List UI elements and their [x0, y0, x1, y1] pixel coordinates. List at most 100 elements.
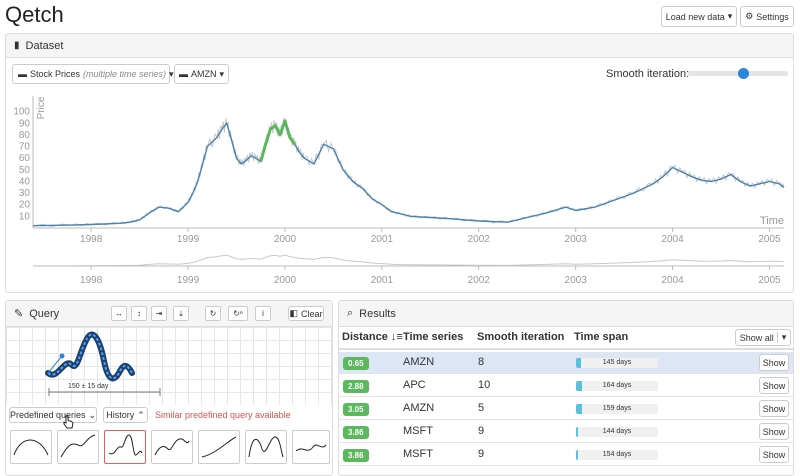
series-cell: AMZN [403, 402, 435, 414]
table-row[interactable]: 2.88 APC 10 164 days Show [339, 375, 793, 397]
y-tick-label: 20 [19, 200, 31, 211]
x-tick-label: 2004 [661, 234, 684, 245]
results-panel-title: Results [359, 307, 396, 320]
show-button[interactable]: Show [759, 377, 789, 394]
overview-series-line [32, 254, 785, 267]
table-row[interactable]: 3.86 MSFT 9 154 days Show [339, 444, 793, 466]
x-tick-label: 2002 [468, 234, 491, 245]
time-span-bar: 159 days [576, 404, 658, 414]
eraser-icon: ◧ [289, 308, 298, 318]
match-highlight-line [259, 119, 296, 163]
raw-series-line [32, 117, 785, 228]
query-panel-header: ✎ Query [6, 301, 332, 327]
time-span-bar: 164 days [576, 381, 658, 391]
x-tick-label: 1998 [80, 234, 103, 245]
series-cell: MSFT [403, 425, 433, 437]
overview-x-tick-label: 2002 [468, 275, 491, 286]
time-span-bar: 154 days [576, 450, 658, 460]
predefined-thumb-4[interactable] [151, 430, 193, 464]
table-row[interactable]: 3.86 MSFT 9 144 days Show [339, 421, 793, 443]
overview-x-tick-label: 2005 [758, 275, 781, 286]
show-all-button[interactable]: Show all ▾ [735, 329, 791, 346]
results-header-divider [339, 348, 793, 350]
smooth-cell: 8 [478, 356, 485, 368]
distance-badge: 3.05 [343, 403, 369, 416]
time-span-bar: 145 days [576, 358, 658, 368]
clear-label: Clear [301, 308, 323, 319]
predefined-thumb-1[interactable] [10, 430, 52, 464]
history-label: History [106, 410, 135, 420]
results-panel-header: ⌕ Results [339, 301, 793, 327]
y-tick-label: 10 [19, 211, 31, 222]
stretch-horizontal-icon[interactable]: ↔ [111, 306, 127, 321]
chevron-down-icon: ⌄ [88, 409, 97, 420]
show-button[interactable]: Show [759, 446, 789, 463]
pencil-icon: ✎ [14, 308, 24, 320]
predefined-thumb-5[interactable] [198, 430, 240, 464]
y-tick-label: 100 [13, 107, 30, 118]
predefined-thumb-2[interactable] [57, 430, 99, 464]
y-tick-label: 80 [19, 130, 31, 141]
x-axis-label: Time [760, 215, 784, 227]
column-header-series: Time series [403, 331, 464, 343]
caret-down-icon: ▾ [776, 332, 786, 343]
x-tick-label: 1999 [177, 234, 200, 245]
overview-x-tick-label: 2003 [565, 275, 588, 286]
cursor-hand-icon [63, 415, 74, 429]
overview-x-tick-label: 1998 [80, 275, 103, 286]
time-span-label: 154 days [602, 451, 632, 458]
predefined-thumb-6[interactable] [245, 430, 287, 464]
time-span-label: 159 days [602, 405, 632, 412]
chevron-up-icon: ⌃ [137, 409, 145, 420]
query-sketch[interactable] [6, 327, 332, 405]
smooth-cell: 9 [478, 425, 485, 437]
series-line-amzn [32, 120, 785, 227]
x-tick-label: 2003 [565, 234, 588, 245]
y-tick-label: 40 [19, 176, 31, 187]
column-header-smooth: Smooth iteration [477, 331, 565, 343]
predefined-queries-label: Predefined queries [9, 410, 86, 420]
distance-badge: 2.88 [343, 380, 369, 393]
y-tick-label: 60 [19, 153, 31, 164]
undo-icon[interactable]: ↻ [205, 306, 221, 321]
search-icon: ⌕ [347, 307, 354, 319]
query-panel-title: Query [29, 307, 60, 320]
y-tick-label: 30 [19, 188, 31, 199]
regex-icon[interactable]: ↻ⁿ [228, 306, 248, 321]
distance-header-label: Distance [342, 331, 388, 343]
show-button[interactable]: Show [759, 400, 789, 417]
predefined-thumb-3[interactable] [104, 430, 146, 464]
scale-handle[interactable] [59, 353, 65, 359]
show-button[interactable]: Show [759, 354, 789, 371]
y-axis-label: Price [36, 96, 47, 119]
predefined-thumb-7[interactable] [292, 430, 330, 464]
column-header-distance[interactable]: Distance ↓≡ [342, 331, 403, 343]
time-span-label: 164 days [602, 382, 632, 389]
predefined-queries-button[interactable]: Predefined queries ⌄ [9, 407, 97, 423]
info-icon[interactable]: i [255, 306, 271, 321]
overview-x-tick-label: 2004 [661, 275, 684, 286]
table-row[interactable]: 0.65 AMZN 8 145 days Show [339, 352, 793, 374]
sort-ascending-icon: ↓≡ [390, 331, 403, 343]
time-span-bar: 144 days [576, 427, 658, 437]
x-tick-label: 2000 [274, 234, 297, 245]
clear-button[interactable]: ◧ Clear [288, 306, 324, 321]
time-span-label: 145 days [602, 359, 632, 366]
distance-badge: 3.86 [343, 426, 369, 439]
series-cell: AMZN [403, 356, 435, 368]
x-tick-label: 2005 [758, 234, 781, 245]
history-button[interactable]: History ⌃ [103, 407, 148, 423]
show-button[interactable]: Show [759, 423, 789, 440]
y-tick-label: 50 [19, 165, 31, 176]
align-right-icon[interactable]: ⇥ [151, 306, 167, 321]
similar-query-notice: Similar predefined query available [155, 410, 291, 420]
y-tick-label: 90 [19, 118, 31, 129]
table-row[interactable]: 3.05 AMZN 5 159 days Show [339, 398, 793, 420]
smooth-cell: 9 [478, 448, 485, 460]
stretch-vertical-icon[interactable]: ↕ [131, 306, 147, 321]
overview-x-tick-label: 2000 [274, 275, 297, 286]
align-bottom-icon[interactable]: ⤓ [173, 306, 189, 321]
smooth-cell: 5 [478, 402, 485, 414]
y-tick-label: 70 [19, 142, 31, 153]
overview-x-tick-label: 1999 [177, 275, 200, 286]
